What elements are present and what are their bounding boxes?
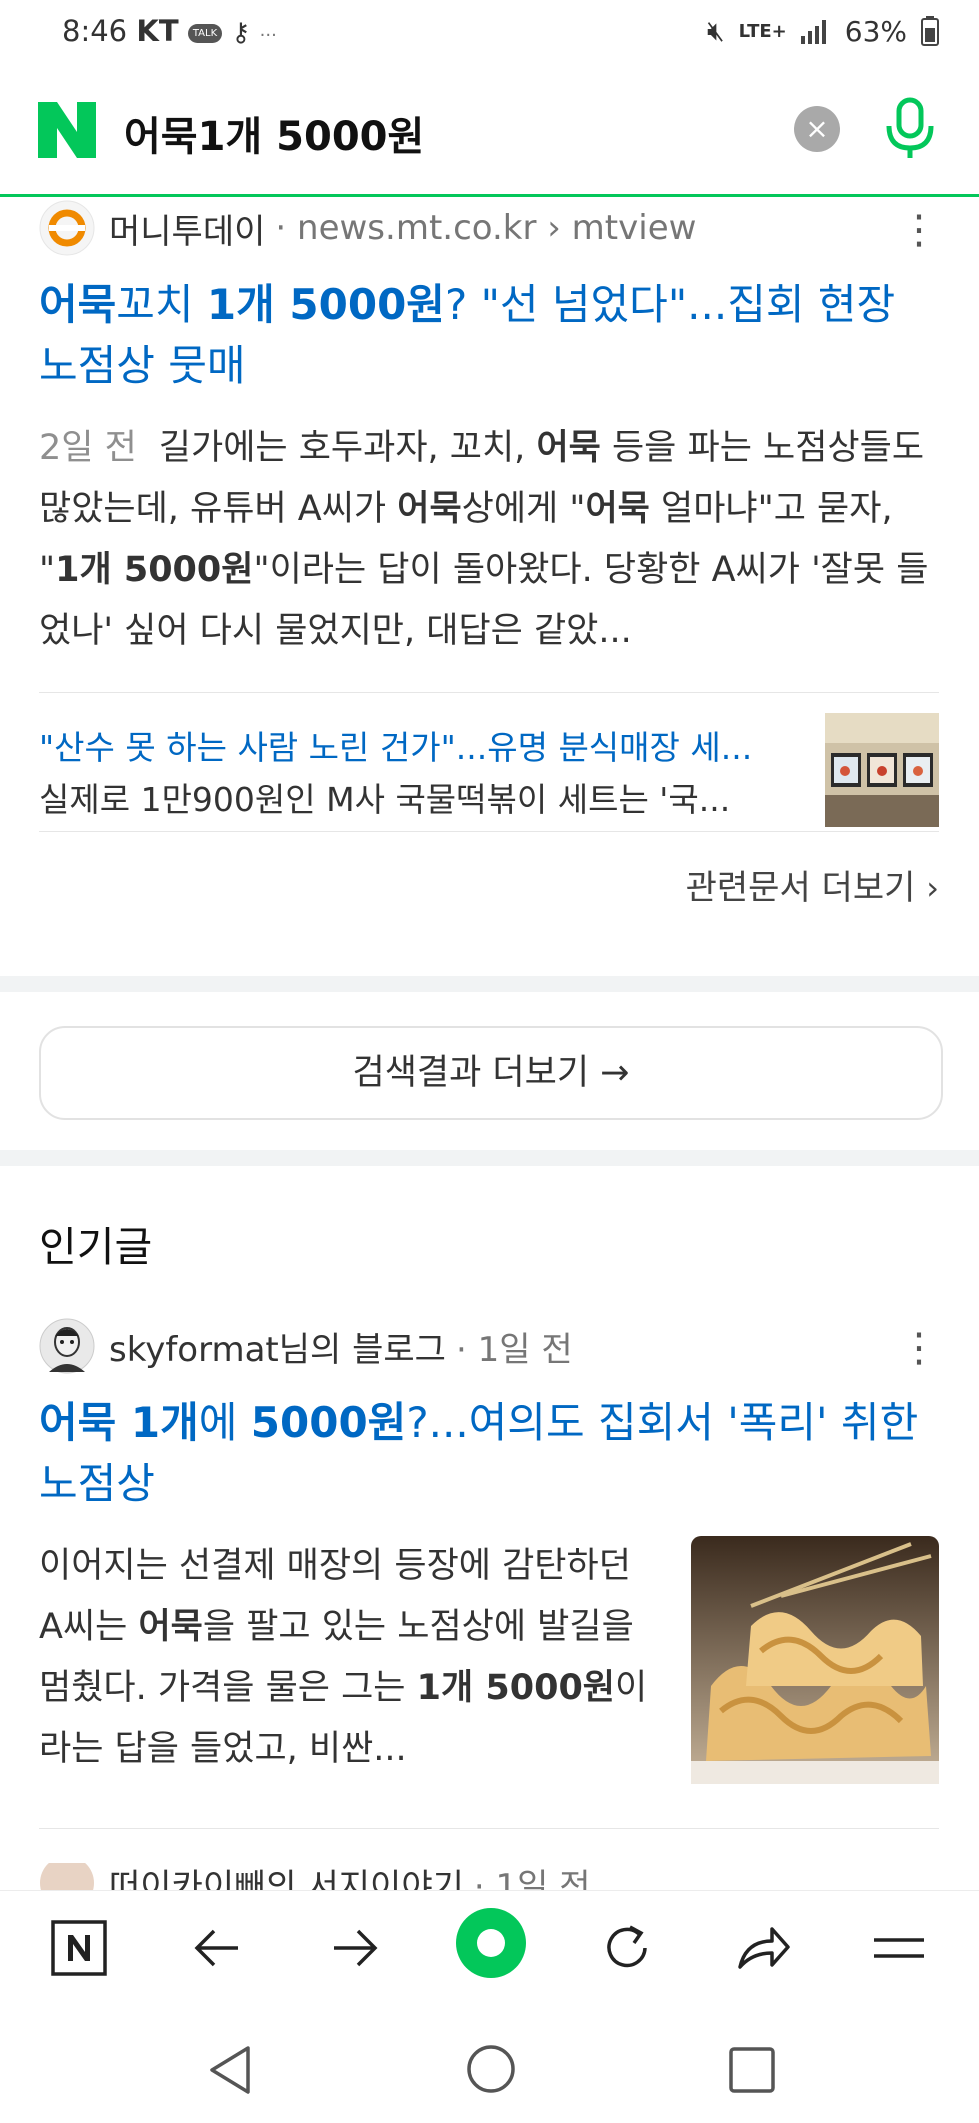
green-dot-search-button[interactable] [455, 1907, 527, 1979]
menu-icon[interactable] [868, 1917, 930, 1979]
result-snippet[interactable]: 2일 전 길가에는 호두과자, 꼬치, 어묵 등을 파는 노점상들도 많았는데, … [39, 418, 939, 662]
battery-percent: 63% [844, 14, 907, 48]
blog-source[interactable]: skyformat님의 블로그 · 1일 전 [39, 1318, 939, 1374]
carrier-label: KT [136, 14, 179, 48]
blogger-avatar [39, 1318, 95, 1374]
moneytoday-logo-icon [39, 200, 95, 256]
blog-thumbnail[interactable] [691, 1536, 939, 1784]
source-url: · news.mt.co.kr › mtview [275, 208, 697, 248]
system-home-icon[interactable] [466, 2044, 516, 2094]
news-result: 머니투데이 · news.mt.co.kr › mtview ⋮ 어묵꼬치 1개… [39, 200, 939, 909]
chevron-right-icon: › [926, 869, 939, 907]
search-header: 어묵1개 5000원 × [0, 66, 979, 197]
more-options-icon[interactable]: ⋮ [899, 210, 939, 250]
popular-section-heading: 인기글 [39, 1223, 153, 1271]
blog-snippet: 이어지는 선결제 매장의 등장에 감탄하던 A씨는 어묵을 팔고 있는 노점상에… [39, 1536, 659, 1780]
text-segment: 상에게 " [461, 489, 586, 529]
result-date: 2일 전 [39, 428, 137, 468]
notification-more-icon: ··· [259, 25, 277, 46]
result-title[interactable]: 어묵꼬치 1개 5000원? "선 넘었다"...집회 현장 노점상 뭇매 [39, 274, 939, 396]
text-segment: 어묵 1개 [39, 1398, 199, 1447]
battery-icon [921, 16, 939, 46]
system-recents-icon[interactable] [728, 2046, 776, 2094]
text-segment: 어묵 [138, 1607, 203, 1647]
blog-result: skyformat님의 블로그 · 1일 전 ⋮ 어묵 1개에 5000원?..… [39, 1318, 939, 1903]
more-results-button[interactable]: 검색결과 더보기 → [39, 1026, 943, 1120]
text-segment: 1개 5000원 [416, 1668, 615, 1708]
kakaotalk-icon: TALK [187, 23, 223, 43]
text-segment: 어묵 [536, 428, 601, 468]
text-segment: 1개 5000원 [206, 280, 445, 329]
status-bar: 8:46 KT TALK ⚷ ··· 🔇︎ LTE+ 63% [0, 0, 979, 66]
mute-icon: 🔇︎ [706, 14, 725, 47]
blog-time: · 1일 전 [455, 1329, 573, 1370]
blog-title[interactable]: 어묵 1개에 5000원?...여의도 집회서 '폭리' 취한 노점상 [39, 1392, 939, 1514]
section-separator [0, 1150, 979, 1166]
text-segment: 길가에는 호두과자, 꼬치, [158, 428, 537, 468]
text-segment: 어묵 [585, 489, 650, 529]
related-snippet: 실제로 1만900원인 M사 국물떡볶이 세트는 '국... [39, 780, 731, 819]
text-segment: 에 [198, 1398, 251, 1447]
text-segment: 어묵 [397, 489, 462, 529]
status-time: 8:46 KT TALK ⚷ ··· [62, 14, 277, 48]
signal-icon [800, 20, 826, 44]
result-source[interactable]: 머니투데이 · news.mt.co.kr › mtview [39, 200, 939, 256]
text-segment: 꼬치 [116, 280, 207, 329]
browser-toolbar [0, 1890, 979, 2011]
clear-search-button[interactable]: × [794, 106, 840, 152]
arrow-right-icon: → [600, 1053, 630, 1093]
related-title[interactable]: "산수 못 하는 사람 노린 건가"...유명 분식매장 세... [39, 721, 799, 769]
search-input[interactable]: 어묵1개 5000원 [124, 104, 424, 162]
key-icon: ⚷ [231, 18, 251, 48]
blog-author: skyformat님의 블로그 [109, 1329, 446, 1370]
related-docs-more-link[interactable]: 관련문서 더보기 › [39, 860, 939, 909]
more-options-icon[interactable]: ⋮ [899, 1328, 939, 1368]
text-segment: 어묵 [39, 280, 117, 329]
network-label: LTE+ [738, 20, 787, 42]
system-back-icon[interactable] [206, 2044, 254, 2096]
status-right: 🔇︎ LTE+ 63% [707, 14, 939, 48]
system-navigation-bar [0, 2010, 979, 2123]
divider [39, 831, 939, 832]
forward-arrow-icon[interactable] [324, 1917, 386, 1979]
share-icon[interactable] [732, 1917, 794, 1979]
home-icon[interactable] [48, 1917, 110, 1979]
source-name: 머니투데이 [109, 211, 266, 252]
text-segment: 5000원 [250, 1398, 407, 1447]
related-thumbnail[interactable] [825, 713, 939, 827]
text-segment: 1개 5000원 [55, 550, 254, 590]
related-news-item[interactable]: "산수 못 하는 사람 노린 건가"...유명 분식매장 세... 실제로 1만… [39, 693, 939, 831]
back-arrow-icon[interactable] [186, 1917, 248, 1979]
divider [39, 1828, 939, 1829]
refresh-icon[interactable] [596, 1917, 658, 1979]
blog-body[interactable]: 이어지는 선결제 매장의 등장에 감탄하던 A씨는 어묵을 팔고 있는 노점상에… [39, 1536, 939, 1798]
microphone-icon[interactable] [880, 96, 940, 160]
naver-logo-icon[interactable] [38, 102, 96, 158]
section-separator [0, 976, 979, 992]
